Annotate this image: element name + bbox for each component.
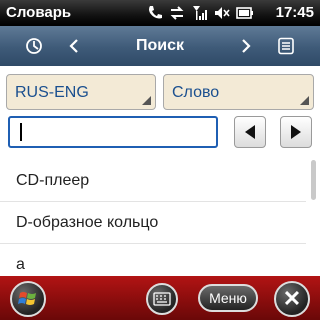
text-caret [20,123,22,141]
start-button[interactable] [10,281,46,317]
menu-button[interactable]: Меню [198,284,258,312]
list-item[interactable]: CD-плеер [0,160,306,202]
chevron-left-icon [69,39,78,53]
next-result-button[interactable] [280,116,312,148]
header-toolbar: Поиск [0,26,320,66]
volume-icon [214,7,230,20]
list-icon [278,37,294,55]
phone-icon [149,6,163,19]
previous-result-button[interactable] [234,116,266,148]
windows-logo-icon [18,292,36,305]
list-item[interactable]: a [0,244,306,280]
list-item[interactable]: D-образное кольцо [0,202,306,244]
close-button[interactable]: ✕ [274,281,310,317]
battery-icon [236,7,253,19]
keyboard-icon [153,292,171,306]
list-button[interactable] [272,26,300,66]
status-bar: Словарь 17:45 [0,0,320,26]
history-icon [26,38,42,54]
chevron-right-icon [242,39,251,53]
previous-button[interactable] [60,26,88,66]
search-input[interactable] [8,116,218,148]
close-icon: ✕ [282,286,302,311]
sync-icon [171,6,184,20]
list-item-label: CD-плеер [16,172,90,189]
search-mode-dropdown[interactable]: Слово [163,74,314,110]
list-item-label: D-образное кольцо [16,214,159,231]
dropdown-arrow-icon [300,96,309,105]
history-button[interactable] [20,26,48,66]
triangle-right-icon [291,125,301,139]
app-title: Словарь [6,4,72,21]
list-item-label: a [16,256,25,273]
clock: 17:45 [275,4,314,21]
signal-icon [192,6,207,21]
search-mode-value: Слово [172,84,220,101]
word-list[interactable]: CD-плеер D-образное кольцо a [0,160,320,280]
scrollbar[interactable] [311,160,316,200]
language-value: RUS-ENG [15,84,89,101]
language-dropdown[interactable]: RUS-ENG [6,74,156,110]
next-button[interactable] [232,26,260,66]
status-icons [147,4,254,21]
dropdown-arrow-icon [142,96,151,105]
triangle-left-icon [245,125,255,139]
page-title: Поиск [135,37,184,54]
keyboard-button[interactable] [146,283,178,315]
